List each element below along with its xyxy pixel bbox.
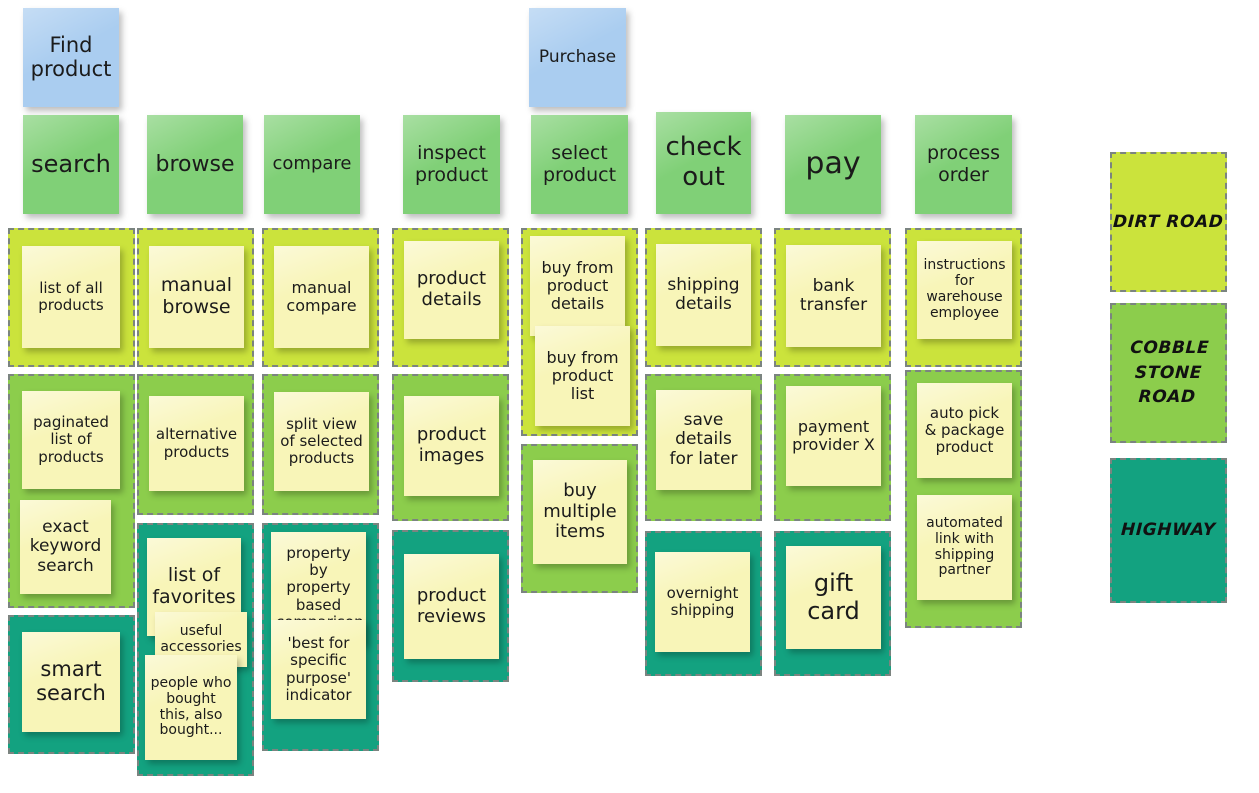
story-label: manual compare <box>286 277 357 315</box>
story-card-people-who-bought[interactable]: people who bought this, also bought... <box>145 655 237 760</box>
story-card-exact-keyword-search[interactable]: exact keyword search <box>20 500 111 594</box>
story-map-board: Find product Purchase search browse comp… <box>0 0 1259 793</box>
story-label: payment provider X <box>792 416 875 454</box>
story-label: people who bought this, also bought... <box>150 674 232 739</box>
story-label: exact keyword search <box>29 516 102 576</box>
story-label: gift card <box>807 569 860 625</box>
story-label: 'best for specific purpose' indicator <box>285 634 352 704</box>
story-card-buy-multiple-items[interactable]: buy multiple items <box>533 460 627 564</box>
story-label: alternative products <box>155 425 238 461</box>
activity-card-search[interactable]: search <box>23 115 119 214</box>
story-label: instructions for warehouse employee <box>923 257 1006 321</box>
story-label: product details <box>416 268 487 310</box>
story-label: auto pick & package product <box>924 403 1005 457</box>
goal-find-product-line2: product <box>30 56 112 81</box>
story-card-manual-compare[interactable]: manual compare <box>274 246 369 348</box>
activity-select-line1: select <box>551 141 608 164</box>
legend-dirt-road-label: Dirt Road <box>1112 211 1225 232</box>
activity-browse-label: browse <box>155 151 235 177</box>
story-label: buy from product details <box>541 257 614 314</box>
activity-pay-label: pay <box>805 146 861 182</box>
story-card-buy-from-product-details[interactable]: buy from product details <box>530 236 625 336</box>
goal-purchase-label: Purchase <box>538 46 617 67</box>
activity-inspect-line2: product <box>414 163 489 186</box>
story-card-split-view-of-selected-products[interactable]: split view of selected products <box>274 392 369 491</box>
activity-inspect-line1: inspect <box>417 141 486 164</box>
story-card-bank-transfer[interactable]: bank transfer <box>786 245 881 347</box>
story-card-shipping-details[interactable]: shipping details <box>656 244 751 346</box>
story-label: buy from product list <box>546 347 619 404</box>
story-label: useful accessories <box>160 622 242 655</box>
activity-card-select-product[interactable]: select product <box>531 115 628 214</box>
activity-card-pay[interactable]: pay <box>785 115 881 214</box>
activity-card-browse[interactable]: browse <box>147 115 243 214</box>
goal-card-purchase[interactable]: Purchase <box>529 8 626 107</box>
activity-card-inspect-product[interactable]: inspect product <box>403 115 500 214</box>
activity-card-check-out[interactable]: check out <box>656 112 751 214</box>
legend-item-dirt-road[interactable]: Dirt Road <box>1110 152 1227 292</box>
story-card-product-images[interactable]: product images <box>404 396 499 496</box>
activity-card-compare[interactable]: compare <box>264 115 360 214</box>
activity-process-line1: process <box>926 141 1000 164</box>
story-label: automated link with shipping partner <box>926 514 1003 579</box>
activity-card-process-order[interactable]: process order <box>915 115 1012 214</box>
story-label: buy multiple items <box>543 480 617 543</box>
story-card-list-of-all-products[interactable]: list of all products <box>22 246 120 348</box>
story-card-automated-shipping-link[interactable]: automated link with shipping partner <box>917 495 1012 600</box>
legend-cobble-line2: stone <box>1134 362 1203 383</box>
story-label: overnight shipping <box>666 583 739 619</box>
story-card-overnight-shipping[interactable]: overnight shipping <box>655 552 750 652</box>
story-label: manual browse <box>160 274 233 318</box>
story-card-save-details-for-later[interactable]: save details for later <box>656 390 751 490</box>
story-label: bank transfer <box>799 275 868 315</box>
story-card-buy-from-product-list[interactable]: buy from product list <box>535 326 630 426</box>
activity-compare-label: compare <box>272 153 352 175</box>
story-card-product-details[interactable]: product details <box>404 241 499 339</box>
story-label: product images <box>416 424 487 466</box>
story-label: split view of selected products <box>280 414 363 468</box>
legend-item-highway[interactable]: Highway <box>1110 458 1227 603</box>
activity-process-line2: order <box>938 163 989 186</box>
story-card-gift-card[interactable]: gift card <box>786 546 881 649</box>
story-label: product reviews <box>416 584 487 627</box>
story-card-warehouse-instructions[interactable]: instructions for warehouse employee <box>917 241 1012 339</box>
story-card-smart-search[interactable]: smart search <box>22 632 120 732</box>
legend-cobble-line1: Cobble <box>1129 338 1210 359</box>
activity-checkout-line2: out <box>682 162 725 192</box>
legend-highway-label: Highway <box>1120 520 1217 541</box>
story-label: smart search <box>36 657 106 705</box>
story-label: list of favorites <box>152 564 236 608</box>
legend-cobble-line3: Road <box>1138 387 1197 408</box>
goal-find-product-line1: Find <box>49 32 93 57</box>
story-label: save details for later <box>669 409 738 469</box>
activity-search-label: search <box>31 149 111 178</box>
story-card-paginated-list-of-products[interactable]: paginated list of products <box>22 391 120 489</box>
activity-checkout-line1: check <box>665 132 742 163</box>
activity-select-line2: product <box>542 163 617 186</box>
story-card-best-for-purpose-indicator[interactable]: 'best for specific purpose' indicator <box>271 620 366 719</box>
story-card-alternative-products[interactable]: alternative products <box>149 396 244 491</box>
legend-item-cobble-stone-road[interactable]: Cobble stone Road <box>1110 303 1227 443</box>
goal-card-find-product[interactable]: Find product <box>23 8 119 107</box>
story-card-manual-browse[interactable]: manual browse <box>149 246 244 348</box>
story-card-payment-provider-x[interactable]: payment provider X <box>786 386 881 486</box>
story-card-product-reviews[interactable]: product reviews <box>404 554 499 659</box>
story-label: list of all products <box>38 278 104 314</box>
story-label: property by property based comparison <box>276 544 364 631</box>
story-label: paginated list of products <box>33 413 109 466</box>
story-label: shipping details <box>667 274 740 314</box>
story-card-auto-pick-package-product[interactable]: auto pick & package product <box>917 383 1012 478</box>
